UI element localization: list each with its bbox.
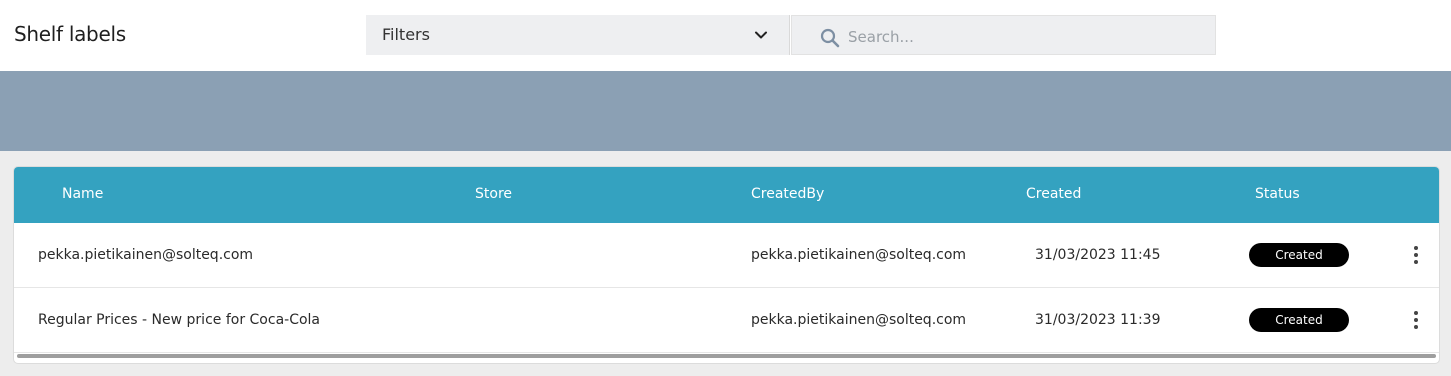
cell-name: Regular Prices - New price for Coca-Cola <box>38 312 321 328</box>
filters-label: Filters <box>382 25 430 44</box>
column-header-status[interactable]: Status <box>1255 186 1300 202</box>
filters-dropdown[interactable]: Filters <box>366 15 790 55</box>
cell-name: pekka.pietikainen@solteq.com <box>38 247 254 263</box>
chevron-down-icon <box>755 31 767 39</box>
shelf-labels-table: Name Store CreatedBy Created Status pekk… <box>14 167 1439 363</box>
top-bar: Shelf labels Filters <box>0 0 1451 71</box>
table-row[interactable]: pekka.pietikainen@solteq.com pekka.pieti… <box>14 223 1439 288</box>
more-vertical-icon[interactable] <box>1406 309 1426 331</box>
column-header-created[interactable]: Created <box>1026 186 1081 202</box>
cell-created: 31/03/2023 11:45 <box>1035 247 1161 263</box>
cell-created: 31/03/2023 11:39 <box>1035 312 1161 328</box>
horizontal-scrollbar[interactable] <box>17 354 1436 358</box>
column-header-createdby[interactable]: CreatedBy <box>751 186 824 202</box>
status-badge: Created <box>1249 243 1349 267</box>
cell-created-by: pekka.pietikainen@solteq.com <box>751 312 967 328</box>
search-input[interactable] <box>848 25 1188 49</box>
search-icon <box>820 28 840 48</box>
page-title: Shelf labels <box>14 22 126 46</box>
more-vertical-icon[interactable] <box>1406 244 1426 266</box>
banner <box>0 71 1451 151</box>
table-row[interactable]: Regular Prices - New price for Coca-Cola… <box>14 288 1439 353</box>
column-header-name[interactable]: Name <box>62 186 103 202</box>
column-header-store[interactable]: Store <box>475 186 512 202</box>
cell-created-by: pekka.pietikainen@solteq.com <box>751 247 967 263</box>
table-header: Name Store CreatedBy Created Status <box>14 167 1439 223</box>
status-badge: Created <box>1249 308 1349 332</box>
search-box[interactable] <box>791 15 1216 55</box>
